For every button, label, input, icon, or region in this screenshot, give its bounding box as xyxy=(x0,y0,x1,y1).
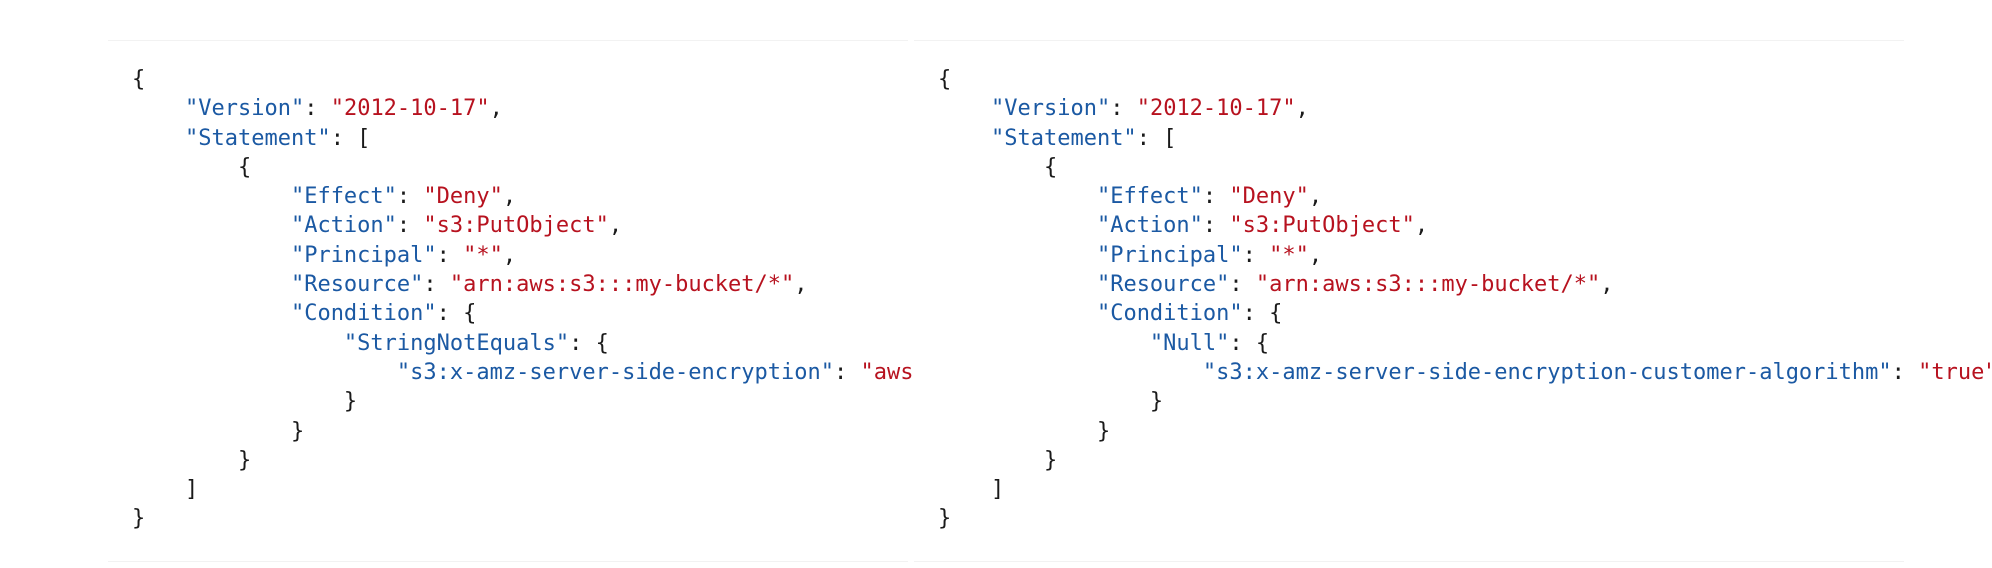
code-line: } xyxy=(938,506,952,532)
code-line: ] xyxy=(132,477,199,503)
json-key: "Action" xyxy=(290,213,397,239)
code-line: "Statement": [ xyxy=(184,125,371,151)
json-policy-right: { "Version": "2012-10-17", "Statement": … xyxy=(938,65,1992,534)
json-key: "Effect" xyxy=(1096,184,1203,210)
json-key: "Version" xyxy=(184,96,305,122)
json-string: "arn:aws:s3:::my-bucket/*" xyxy=(1255,272,1601,298)
code-line: } xyxy=(132,506,146,532)
code-line: "Principal": "*", xyxy=(290,242,517,268)
json-key: "Null" xyxy=(1149,330,1230,356)
json-key: "Resource" xyxy=(290,272,424,298)
clipped-text-fragment xyxy=(860,0,862,3)
json-key: "Principal" xyxy=(1096,242,1243,268)
code-line: } xyxy=(938,418,1111,444)
json-key: "Condition" xyxy=(1096,301,1243,327)
code-line: } xyxy=(938,447,1058,473)
code-line: "Principal": "*", xyxy=(1096,242,1323,268)
json-key: "Effect" xyxy=(290,184,397,210)
json-key: "Action" xyxy=(1096,213,1203,239)
code-line: "Condition": { xyxy=(1096,301,1283,327)
code-line: } xyxy=(938,389,1164,415)
code-line: { xyxy=(132,67,146,92)
code-line: "Effect": "Deny", xyxy=(1096,184,1323,210)
json-key: "Statement" xyxy=(184,125,331,151)
code-line: "Action": "s3:PutObject", xyxy=(290,213,623,239)
json-string: "Deny" xyxy=(1229,184,1309,210)
code-line: "Version": "2012-10-17", xyxy=(184,96,503,122)
code-line: "Null": { xyxy=(1149,330,1270,356)
code-line: } xyxy=(132,447,252,473)
code-line: "Version": "2012-10-17", xyxy=(990,96,1309,122)
code-line: "Condition": { xyxy=(290,301,477,327)
json-key: "Version" xyxy=(990,96,1111,122)
json-string: "true" xyxy=(1918,359,1992,385)
json-string: "2012-10-17" xyxy=(330,96,490,122)
code-line: "Statement": [ xyxy=(990,125,1177,151)
code-line: "s3:x-amz-server-side-encryption": "aws:… xyxy=(132,358,980,387)
code-line: } xyxy=(132,389,358,415)
code-line: { xyxy=(938,154,1058,180)
code-line: "Effect": "Deny", xyxy=(290,184,517,210)
code-line: "Resource": "arn:aws:s3:::my-bucket/*", xyxy=(290,272,808,298)
code-line: "StringNotEquals": { xyxy=(343,330,609,356)
code-line: "Resource": "arn:aws:s3:::my-bucket/*", xyxy=(1096,272,1614,298)
json-string: "2012-10-17" xyxy=(1136,96,1296,122)
code-line: { xyxy=(132,154,252,180)
code-line: { xyxy=(938,67,952,92)
json-key: "Resource" xyxy=(1096,272,1230,298)
previous-content-edge xyxy=(0,0,1992,6)
code-line: "Action": "s3:PutObject", xyxy=(1096,213,1429,239)
json-string: "*" xyxy=(463,242,503,268)
json-key: "Statement" xyxy=(990,125,1137,151)
json-string: "Deny" xyxy=(423,184,503,210)
code-line: ] xyxy=(938,477,1005,503)
json-string: "s3:PutObject" xyxy=(1229,213,1415,239)
code-block-right: { "Version": "2012-10-17", "Statement": … xyxy=(914,40,1992,562)
json-key: "Condition" xyxy=(290,301,437,327)
code-block-left: { "Version": "2012-10-17", "Statement": … xyxy=(108,40,980,562)
json-key: "StringNotEquals" xyxy=(343,330,570,356)
code-line: } xyxy=(132,418,305,444)
json-policy-left: { "Version": "2012-10-17", "Statement": … xyxy=(132,65,980,534)
json-string: "*" xyxy=(1269,242,1309,268)
json-key: "Principal" xyxy=(290,242,437,268)
clipped-text-fragment xyxy=(396,0,398,3)
json-string: "arn:aws:s3:::my-bucket/*" xyxy=(449,272,795,298)
clipped-text-fragment xyxy=(1582,0,1584,3)
code-line: "s3:x-amz-server-side-encryption-custome… xyxy=(938,358,1992,387)
json-key: "s3:x-amz-server-side-encryption-custome… xyxy=(1202,359,1892,385)
json-string: "s3:PutObject" xyxy=(423,213,609,239)
json-key: "s3:x-amz-server-side-encryption" xyxy=(396,359,834,385)
